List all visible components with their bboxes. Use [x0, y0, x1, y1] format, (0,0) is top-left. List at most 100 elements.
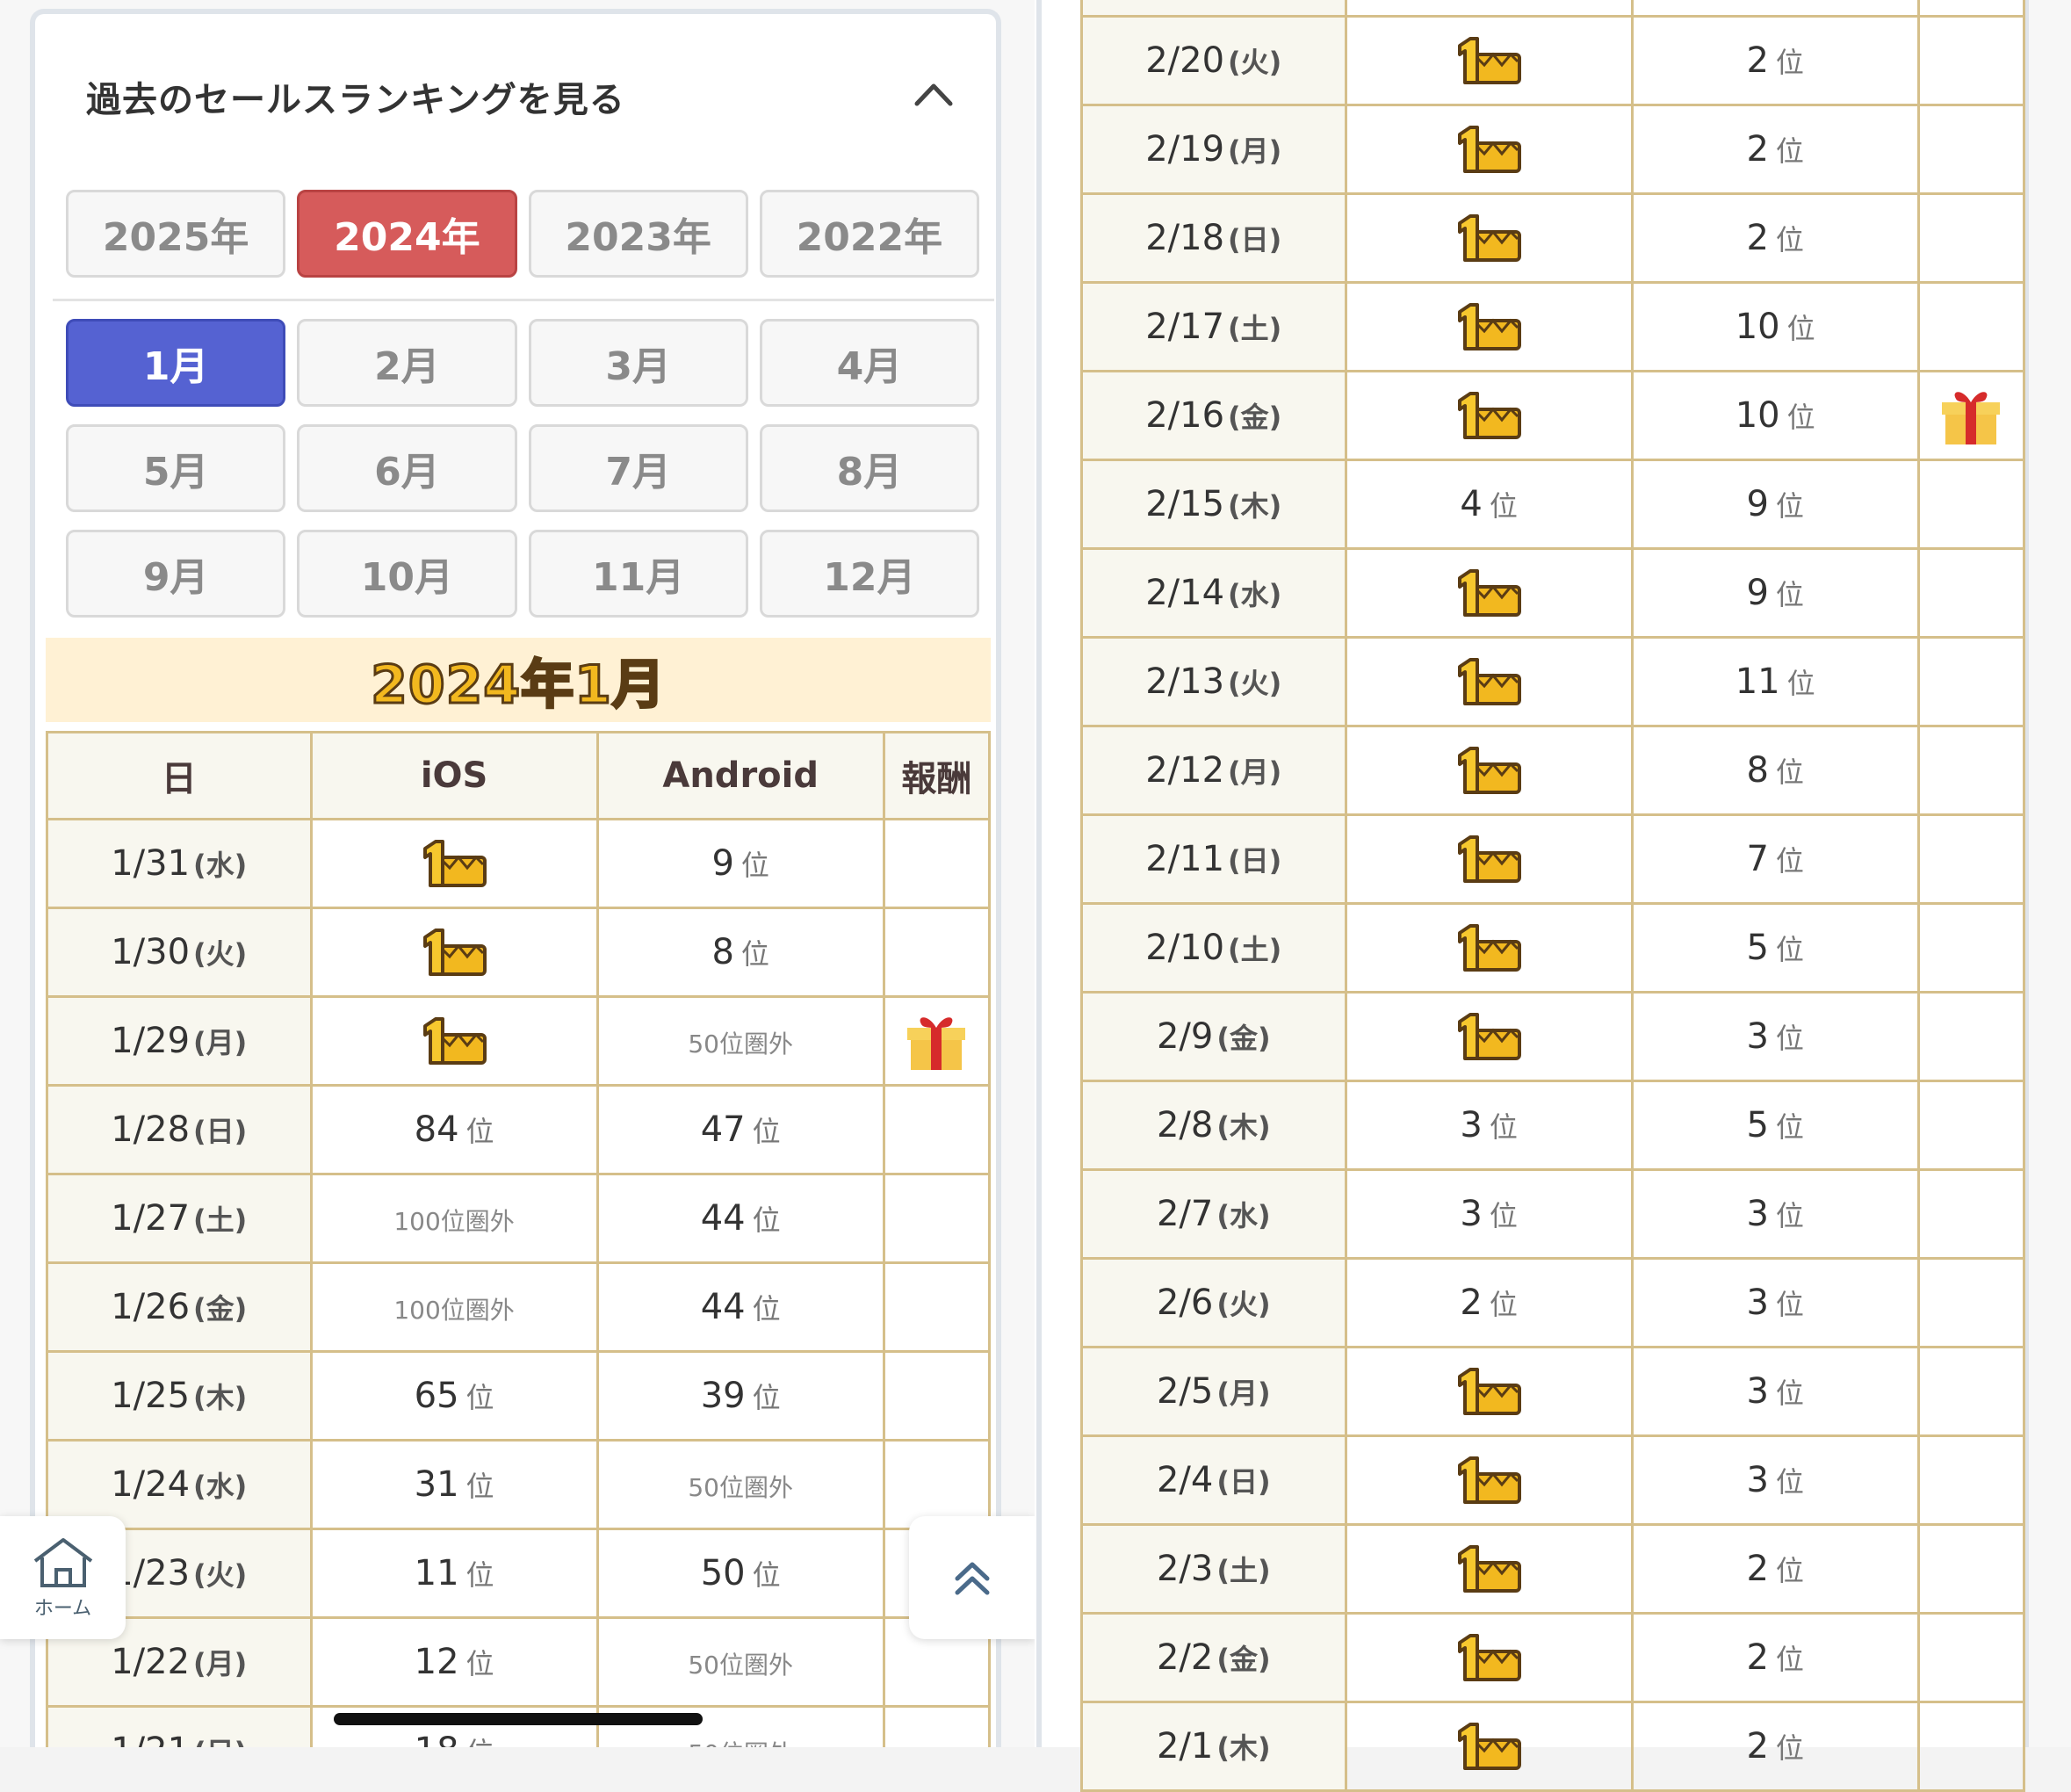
table-row: 2/2 (金) 2 位: [1080, 1612, 2026, 1703]
month-button-3[interactable]: 3月: [528, 319, 748, 407]
month-button-12[interactable]: 12月: [759, 530, 979, 618]
month-selector: 1月 2月 3月 4月 5月 6月 7月 8月 9月 10月 11月 12月: [66, 319, 979, 618]
month-button-8[interactable]: 8月: [759, 424, 979, 512]
reward-cell: [1916, 104, 2026, 195]
crown-first-place-icon: [1458, 37, 1522, 84]
table-row: 2/7 (水) 3 位 3 位: [1080, 1168, 2026, 1260]
table-row: 2/15 (木) 4 位 9 位: [1080, 459, 2026, 550]
scroll-top-button[interactable]: [909, 1516, 1035, 1639]
date: 1/25: [111, 1376, 191, 1416]
android-rank-value: 44: [700, 1287, 746, 1327]
year-button-2023[interactable]: 2023年: [528, 190, 748, 278]
android-rank-value: 47: [700, 1109, 746, 1150]
android-rank-value: 2: [1746, 1726, 1769, 1767]
date: 2/19: [1145, 129, 1225, 170]
year-button-2022[interactable]: 2022年: [759, 190, 979, 278]
ios-cell: [309, 818, 599, 909]
day-of-week: (日): [1228, 223, 1282, 257]
day-cell: 2/1 (木): [1080, 1701, 1347, 1792]
rank-unit: 位: [752, 1558, 781, 1592]
ios-rank-value: 65: [414, 1376, 459, 1416]
table-row: 2/6 (火) 2 位 3 位: [1080, 1257, 2026, 1348]
reward-cell: [1916, 636, 2026, 727]
day-cell: 1/28 (日): [46, 1084, 313, 1175]
reward-cell: [1916, 459, 2026, 550]
home-indicator: [334, 1713, 703, 1725]
month-button-10[interactable]: 10月: [297, 530, 517, 618]
ios-rank-value: 11: [414, 1553, 459, 1593]
android-rank-value: 2: [1746, 1549, 1769, 1589]
table-row: 1/26 (金) 100位圏外 44 位: [46, 1261, 992, 1353]
year-button-2025[interactable]: 2025年: [66, 190, 286, 278]
android-rank-value: 3: [1746, 1016, 1769, 1057]
day-of-week: (土): [1216, 1554, 1271, 1587]
rank-unit: 位: [1775, 1199, 1804, 1232]
android-cell: 9位: [1630, 547, 1920, 639]
date: 2/12: [1145, 750, 1225, 791]
day-of-week: (月): [193, 1026, 248, 1059]
month-button-11[interactable]: 11月: [528, 530, 748, 618]
day-of-week: (月): [193, 1647, 248, 1680]
ios-cell: 2位: [1344, 1257, 1634, 1348]
ios-cell: [1344, 991, 1634, 1082]
android-out-of-rank: 50位圏外: [688, 1473, 793, 1502]
table-row: 1/30 (火) 8 位: [46, 907, 992, 998]
crown-first-place-icon: [1458, 392, 1522, 439]
month-button-7[interactable]: 7月: [528, 424, 748, 512]
reward-cell[interactable]: [882, 995, 992, 1087]
table-row: 2/14 (水) 9 位: [1080, 547, 2026, 639]
date: 2/17: [1145, 307, 1225, 347]
rank-unit: 位: [1786, 401, 1815, 434]
crown-first-place-icon: [423, 840, 487, 887]
table-row: 2/1 (木) 2 位: [1080, 1701, 2026, 1792]
date: 2/2: [1156, 1637, 1214, 1678]
month-button-1[interactable]: 1月: [66, 319, 286, 407]
double-chevron-up-icon: [955, 1562, 989, 1595]
reward-cell: [882, 818, 992, 909]
day-cell: 1/29 (月): [46, 995, 313, 1087]
gift-icon: [907, 1017, 966, 1070]
rank-unit: 位: [1775, 1022, 1804, 1055]
android-rank-value: 3: [1746, 1194, 1769, 1234]
crown-first-place-icon: [1458, 126, 1522, 173]
collapse-button[interactable]: [912, 76, 956, 111]
day-cell: 2/10 (土): [1080, 902, 1347, 994]
month-button-4[interactable]: 4月: [759, 319, 979, 407]
day-of-week: (火): [1228, 667, 1282, 700]
month-button-2[interactable]: 2月: [297, 319, 517, 407]
rank-unit: 位: [1786, 667, 1815, 700]
home-button[interactable]: ホーム: [0, 1516, 126, 1639]
ios-cell: 11 位: [309, 1528, 599, 1619]
month-button-6[interactable]: 6月: [297, 424, 517, 512]
ios-cell: [1344, 1434, 1634, 1526]
crown-first-place-icon: [1458, 1723, 1522, 1770]
day-cell: 2/2 (金): [1080, 1612, 1347, 1703]
ios-rank-value: 18: [415, 1731, 459, 1747]
month-banner: 2024年1月: [46, 638, 991, 722]
panel-title: 過去のセールスランキングを見る: [86, 80, 625, 120]
date: 1/24: [111, 1464, 191, 1505]
ranking-table-continued: 2/21(水)2位2/20(火)2位2/19(月)2位2/18(日)2位2/17…: [1080, 0, 2026, 1792]
day-cell: 2/4 (日): [1080, 1434, 1347, 1526]
android-cell: 2位: [1630, 1701, 1920, 1792]
ios-cell: [309, 995, 599, 1087]
day-of-week: (水): [193, 849, 248, 882]
android-cell: 9位: [595, 818, 885, 909]
month-button-5[interactable]: 5月: [66, 424, 286, 512]
year-button-2024[interactable]: 2024年: [297, 190, 517, 278]
rank-unit: 位: [1775, 933, 1804, 966]
reward-cell: [1916, 547, 2026, 639]
reward-cell: [1916, 0, 2026, 18]
rank-unit: 位: [1489, 1288, 1518, 1321]
reward-cell[interactable]: [1916, 370, 2026, 461]
table-row: 1/31 (水) 9 位: [46, 818, 992, 909]
reward-cell: [1916, 1612, 2026, 1703]
year-selector: 2025年 2024年 2023年 2022年: [66, 190, 979, 278]
rank-unit: 位: [740, 849, 769, 882]
android-rank-value: 5: [1746, 928, 1769, 968]
day-of-week: (金): [193, 1292, 248, 1326]
ios-cell: [1344, 547, 1634, 639]
month-button-9[interactable]: 9月: [66, 530, 286, 618]
date: 2/9: [1156, 1016, 1214, 1057]
date: 2/11: [1145, 839, 1225, 879]
